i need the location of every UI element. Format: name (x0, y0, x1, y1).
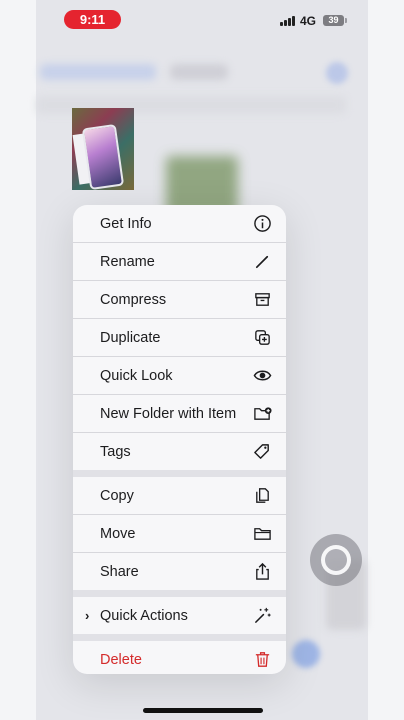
menu-item-label: New Folder with Item (100, 405, 237, 422)
menu-section-separator (73, 634, 286, 641)
menu-item-compress[interactable]: Compress (73, 281, 286, 319)
menu-item-label: Get Info (100, 215, 152, 232)
menu-item-move[interactable]: Move (73, 515, 286, 553)
folder-icon (254, 528, 271, 540)
status-bar: 9:11 4G 39 (0, 0, 404, 40)
menu-item-label: Tags (100, 443, 131, 460)
context-menu: Get Info Rename Compress Duplicate Quick… (73, 205, 286, 674)
menu-item-label: Copy (100, 487, 134, 504)
menu-item-tags[interactable]: Tags (73, 433, 286, 470)
home-indicator[interactable] (143, 708, 263, 713)
status-time[interactable]: 9:11 (64, 10, 121, 29)
chevron-right-icon: › (85, 608, 90, 623)
menu-item-copy[interactable]: Copy (73, 477, 286, 515)
duplicate-icon (255, 330, 270, 345)
share-icon (256, 562, 269, 580)
menu-item-quick-look[interactable]: Quick Look (73, 357, 286, 395)
menu-item-delete[interactable]: Delete (73, 641, 286, 674)
menu-item-quick-actions[interactable]: › Quick Actions (73, 597, 286, 634)
background-edge-left (0, 0, 36, 720)
menu-item-duplicate[interactable]: Duplicate (73, 319, 286, 357)
eye-icon (253, 370, 272, 381)
copy-icon (256, 488, 269, 503)
menu-item-share[interactable]: Share (73, 553, 286, 590)
menu-item-label: Move (100, 525, 136, 542)
battery-tip (345, 18, 347, 23)
trash-icon (255, 652, 270, 667)
blurred-title (170, 64, 228, 80)
menu-item-get-info[interactable]: Get Info (73, 205, 286, 243)
blurred-tab-icon (292, 640, 320, 668)
menu-item-label: Duplicate (100, 329, 161, 346)
battery-icon: 39 (323, 15, 344, 26)
sparkles-icon (255, 607, 271, 623)
menu-item-label: Compress (100, 291, 167, 308)
network-type: 4G (300, 14, 317, 28)
menu-item-new-folder-with-item[interactable]: New Folder with Item (73, 395, 286, 433)
blurred-back-link (40, 64, 156, 80)
menu-item-label: Share (100, 563, 139, 580)
tag-icon (254, 444, 269, 459)
menu-item-label: Delete (100, 651, 142, 668)
menu-item-label: Quick Look (100, 367, 173, 384)
cellular-signal-icon (280, 16, 295, 26)
menu-section-separator (73, 590, 286, 597)
menu-item-label: Rename (100, 253, 155, 270)
assistive-touch-button[interactable] (310, 534, 362, 586)
thumbnail-phone (81, 123, 125, 190)
file-thumbnail[interactable] (72, 108, 134, 190)
menu-item-label: Quick Actions (100, 607, 188, 624)
blurred-button (326, 62, 348, 84)
menu-item-rename[interactable]: Rename (73, 243, 286, 281)
folder-badge-plus-icon (254, 407, 272, 420)
info-icon (254, 215, 271, 232)
pencil-icon (255, 255, 269, 269)
menu-section-separator (73, 470, 286, 477)
archive-box-icon (255, 293, 270, 306)
background-edge-right (368, 0, 404, 720)
